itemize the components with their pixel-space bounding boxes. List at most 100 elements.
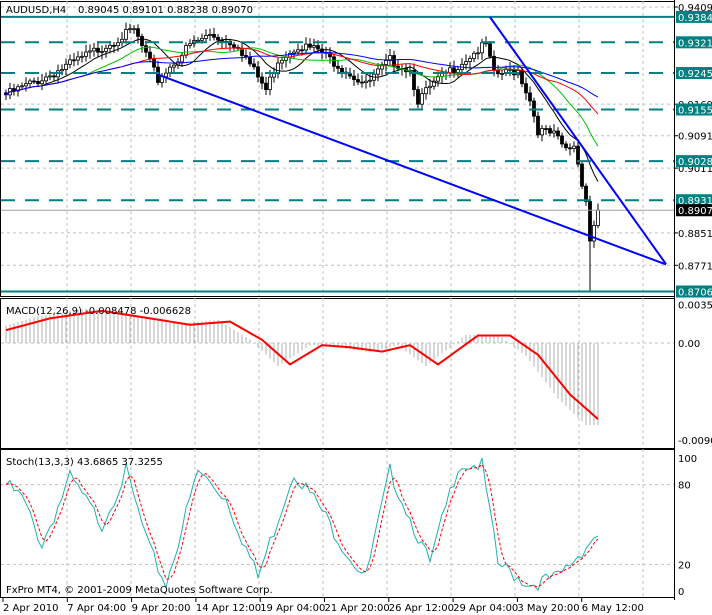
candle-body bbox=[304, 43, 308, 51]
candle-body bbox=[300, 49, 304, 52]
candle-body bbox=[428, 85, 432, 89]
candle-body bbox=[100, 50, 104, 53]
candle-body bbox=[20, 85, 24, 88]
candle-body bbox=[580, 163, 584, 187]
level-price-label: 0.93846 bbox=[678, 13, 712, 24]
candle-body bbox=[384, 60, 388, 66]
candle-body bbox=[520, 70, 524, 85]
candle-body bbox=[40, 80, 44, 85]
candle-body bbox=[112, 44, 116, 47]
candle-body bbox=[140, 35, 144, 47]
candle-body bbox=[480, 42, 484, 54]
candle-body bbox=[568, 147, 572, 150]
candle-body bbox=[72, 59, 76, 62]
candle-body bbox=[24, 83, 28, 87]
candle-body bbox=[208, 33, 212, 36]
candle-body bbox=[32, 80, 36, 83]
candle-body bbox=[376, 68, 380, 75]
macd-tick-label: 0.00 bbox=[678, 339, 700, 350]
candle-body bbox=[164, 72, 168, 78]
candle-body bbox=[172, 64, 176, 68]
chart-title: AUDUSD,H4 bbox=[6, 5, 66, 16]
candle-body bbox=[496, 69, 500, 75]
mt4-chart-window: 0.940900.916900.909100.901100.885100.877… bbox=[0, 0, 712, 615]
candle-body bbox=[548, 128, 552, 134]
time-label: 19 Apr 04:00 bbox=[260, 603, 325, 614]
candle-body bbox=[492, 55, 496, 71]
time-label: 29 Apr 04:00 bbox=[453, 603, 518, 614]
candle-body bbox=[364, 80, 368, 83]
candle-body bbox=[416, 89, 420, 105]
candle-body bbox=[196, 39, 200, 42]
candle-body bbox=[152, 58, 156, 68]
candle-body bbox=[76, 56, 80, 61]
candle-body bbox=[12, 88, 16, 92]
candle-body bbox=[500, 72, 504, 75]
stoch-tick-label: 80 bbox=[678, 481, 691, 492]
candle-body bbox=[84, 51, 88, 57]
candle-body bbox=[336, 65, 340, 69]
candle-body bbox=[540, 128, 544, 136]
candle-body bbox=[132, 28, 136, 31]
candle-body bbox=[52, 75, 56, 78]
candle-body bbox=[148, 51, 152, 59]
candle-body bbox=[184, 45, 188, 56]
time-label: 3 May 20:00 bbox=[517, 603, 579, 614]
candle-body bbox=[292, 51, 296, 54]
candle-body bbox=[280, 59, 284, 64]
level-price-label: 0.91558 bbox=[678, 106, 712, 117]
candle-body bbox=[64, 63, 68, 70]
candle-body bbox=[296, 49, 300, 53]
candle-body bbox=[356, 79, 360, 83]
candle-body bbox=[204, 35, 208, 39]
candle-body bbox=[340, 68, 344, 73]
candle-body bbox=[188, 43, 192, 46]
chart-canvas[interactable]: 0.940900.916900.909100.901100.885100.877… bbox=[0, 0, 712, 615]
candle-body bbox=[464, 61, 468, 65]
candle-body bbox=[544, 128, 548, 130]
copyright-text: FxPro MT4, © 2001-2009 MetaQuotes Softwa… bbox=[6, 585, 273, 596]
time-label: 21 Apr 20:00 bbox=[325, 603, 390, 614]
candle-body bbox=[96, 47, 100, 53]
stoch-tick-label: 20 bbox=[678, 560, 691, 571]
level-price-label: 0.93218 bbox=[678, 38, 712, 49]
candle-body bbox=[524, 83, 528, 94]
candle-body bbox=[308, 43, 312, 48]
price-tick-label: 0.88510 bbox=[678, 229, 712, 240]
time-label: 26 Apr 12:00 bbox=[389, 603, 454, 614]
candle-body bbox=[28, 80, 32, 85]
candle-body bbox=[312, 45, 316, 48]
candle-body bbox=[476, 52, 480, 55]
candle-body bbox=[272, 73, 276, 78]
stoch-tick-label: 100 bbox=[678, 454, 697, 465]
candle-body bbox=[128, 28, 132, 31]
price-tick-label: 0.90910 bbox=[678, 132, 712, 143]
candle-body bbox=[232, 44, 236, 48]
candle-body bbox=[108, 44, 112, 49]
candle-body bbox=[488, 43, 492, 57]
time-label: 14 Apr 12:00 bbox=[196, 603, 261, 614]
candle-body bbox=[332, 56, 336, 67]
candle-body bbox=[200, 38, 204, 41]
candle-body bbox=[556, 130, 560, 137]
candle-body bbox=[472, 52, 476, 59]
macd-tick-label: -0.00905 bbox=[678, 436, 712, 447]
candle-body bbox=[80, 55, 84, 58]
candle-body bbox=[420, 93, 424, 105]
candle-body bbox=[564, 143, 568, 149]
candle-body bbox=[268, 76, 272, 91]
candle-body bbox=[136, 28, 140, 37]
candle-body bbox=[536, 115, 540, 136]
panel-frame bbox=[0, 449, 675, 598]
candle-body bbox=[92, 47, 96, 52]
candle-body bbox=[572, 145, 576, 149]
candle-body bbox=[260, 76, 264, 84]
candle-body bbox=[264, 82, 268, 91]
macd-title: MACD(12,26,9) -0.008478 -0.006628 bbox=[6, 306, 191, 317]
candle-body bbox=[252, 63, 256, 68]
chart-ohlc-label: 0.89045 0.89101 0.88238 0.89070 bbox=[78, 5, 253, 16]
candle-body bbox=[212, 33, 216, 38]
candle-body bbox=[552, 130, 556, 134]
candle-body bbox=[584, 185, 588, 202]
time-label: 2 Apr 2010 bbox=[3, 603, 58, 614]
